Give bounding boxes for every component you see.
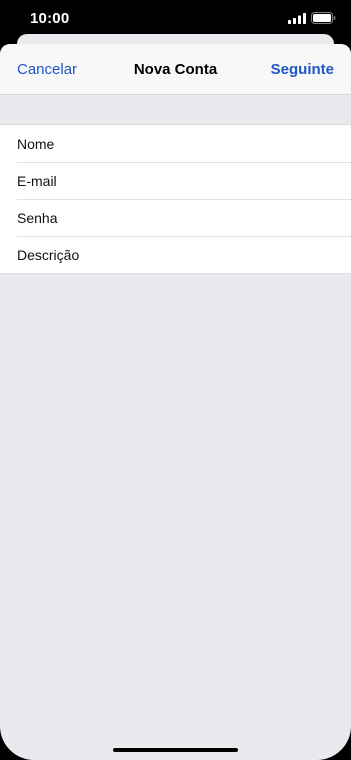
account-form <box>0 124 351 274</box>
password-field[interactable] <box>17 199 337 236</box>
form-row-password <box>0 199 351 236</box>
home-indicator[interactable] <box>113 748 238 752</box>
navigation-bar: Cancelar Nova Conta Seguinte <box>0 44 351 95</box>
name-field[interactable] <box>17 125 337 162</box>
description-field[interactable] <box>17 236 337 273</box>
signal-icon <box>288 13 306 24</box>
new-account-sheet: Cancelar Nova Conta Seguinte <box>0 44 351 760</box>
notch <box>90 0 261 26</box>
form-row-description <box>0 236 351 273</box>
next-button[interactable]: Seguinte <box>271 61 334 78</box>
battery-icon <box>311 12 336 24</box>
status-time: 10:00 <box>30 10 70 27</box>
email-field[interactable] <box>17 162 337 199</box>
screen: 10:00 Cancelar Nova Conta Seguinte <box>0 0 351 760</box>
phone-frame: 10:00 Cancelar Nova Conta Seguinte <box>0 0 351 760</box>
form-row-email <box>0 162 351 199</box>
form-row-name <box>0 125 351 162</box>
